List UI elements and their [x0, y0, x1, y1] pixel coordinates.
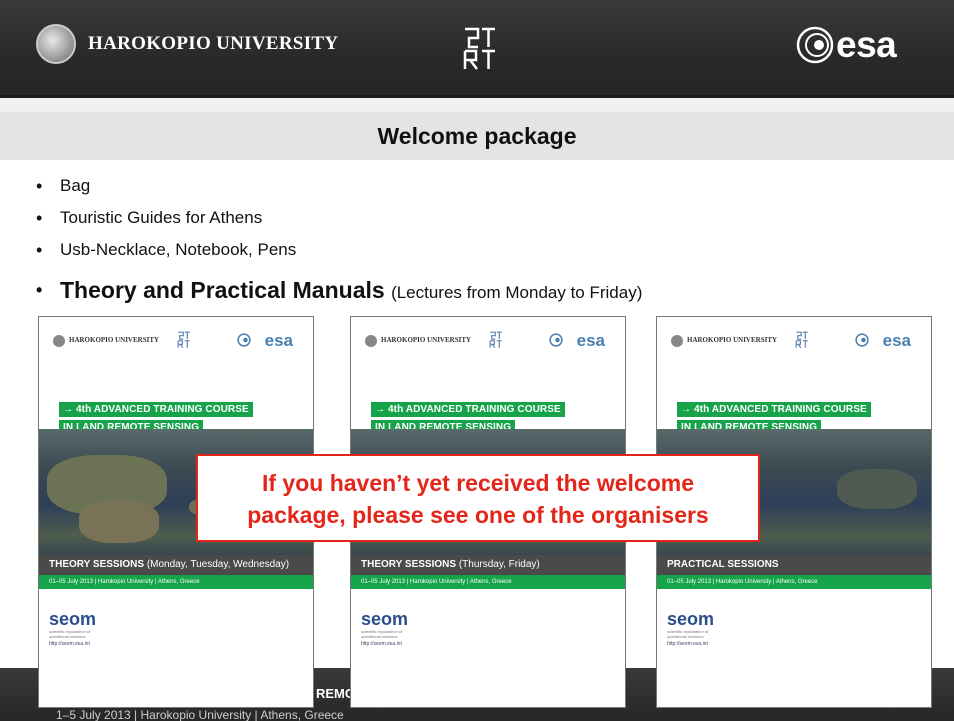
header-band: HAROKOPIO UNIVERSITY esa: [0, 0, 954, 98]
session-days: (Thursday, Friday): [458, 559, 540, 570]
slide: HAROKOPIO UNIVERSITY esa Welcome package…: [0, 0, 954, 721]
seom-tagline: scientific exploitation of operational m…: [361, 629, 403, 639]
footer-title-fragment: REMC: [316, 686, 355, 701]
callout-line-2: package, please see one of the organiser…: [247, 502, 709, 528]
course-mark-icon: [177, 331, 190, 349]
cover-date: 01–05 July 2013 | Harokopio University |…: [657, 575, 931, 589]
esa-globe-icon: [796, 26, 834, 64]
cover-session-banner: PRACTICAL SESSIONS: [657, 555, 931, 575]
cover-esa: esa: [882, 331, 911, 350]
harokopio-logo: HAROKOPIO UNIVERSITY: [36, 24, 338, 64]
course-mark-icon: [795, 331, 808, 349]
university-seal-icon: [671, 335, 683, 347]
course-line: → 4th ADVANCED TRAINING COURSE: [371, 402, 565, 417]
university-name: HAROKOPIO UNIVERSITY: [88, 33, 339, 54]
cover-esa: esa: [576, 331, 605, 350]
header-separator: [0, 98, 954, 112]
slide-title: Welcome package: [377, 122, 577, 149]
esa-globe-icon: [855, 333, 869, 347]
welcome-package-callout: If you haven’t yet received the welcome …: [196, 454, 760, 542]
seom-logo: seom: [361, 609, 409, 629]
course-line: → 4th ADVANCED TRAINING COURSE: [59, 402, 253, 417]
seom-url: http://seom.esa.int: [667, 641, 708, 647]
cover-esa: esa: [264, 331, 293, 350]
cover-header: HAROKOPIO UNIVERSITY esa: [39, 317, 313, 361]
cover-university: HAROKOPIO UNIVERSITY: [69, 336, 160, 344]
manuals-note: (Lectures from Monday to Friday): [391, 283, 643, 302]
esa-logo: esa: [796, 24, 897, 66]
cover-session-banner: THEORY SESSIONS (Thursday, Friday): [351, 555, 625, 575]
bullet-item: Bag: [36, 170, 642, 202]
seom-logo: seom: [49, 609, 97, 629]
session-days: (Monday, Tuesday, Wednesday): [146, 559, 290, 570]
cover-session-banner: THEORY SESSIONS (Monday, Tuesday, Wednes…: [39, 555, 313, 575]
course-line: → 4th ADVANCED TRAINING COURSE: [677, 402, 871, 417]
course-mark-icon: [489, 331, 502, 349]
university-seal-icon: [36, 24, 76, 64]
esa-globe-icon: [237, 333, 251, 347]
seom-url: http://seom.esa.int: [49, 641, 90, 647]
university-seal-icon: [365, 335, 377, 347]
esa-globe-icon: [549, 333, 563, 347]
seom-tagline: scientific exploitation of operational m…: [667, 629, 709, 639]
session-title: PRACTICAL SESSIONS: [667, 559, 779, 570]
seom-url: http://seom.esa.int: [361, 641, 402, 647]
bullet-item: Touristic Guides for Athens: [36, 202, 642, 234]
bullet-item-manuals: Theory and Practical Manuals (Lectures f…: [36, 270, 642, 310]
cover-university: HAROKOPIO UNIVERSITY: [381, 336, 472, 344]
university-seal-icon: [53, 335, 65, 347]
session-title: THEORY SESSIONS: [361, 559, 457, 570]
seom-tagline: scientific exploitation of operational m…: [49, 629, 91, 639]
cover-header: HAROKOPIO UNIVERSITY esa: [657, 317, 931, 361]
cover-date: 01–05 July 2013 | Harokopio University |…: [39, 575, 313, 589]
cover-date: 01–05 July 2013 | Harokopio University |…: [351, 575, 625, 589]
seom-logo: seom: [667, 609, 715, 629]
footer-date: 1–5 July 2013 | Harokopio University | A…: [56, 708, 344, 721]
bullet-list: Bag Touristic Guides for Athens Usb-Neck…: [36, 170, 642, 310]
cover-university: HAROKOPIO UNIVERSITY: [687, 336, 778, 344]
title-bar: Welcome package: [0, 112, 954, 160]
esa-wordmark: esa: [836, 24, 897, 65]
course-mark-icon: [463, 27, 495, 70]
callout-line-1: If you haven’t yet received the welcome: [261, 470, 695, 496]
manuals-label: Theory and Practical Manuals: [60, 277, 385, 303]
bullet-item: Usb-Necklace, Notebook, Pens: [36, 234, 642, 266]
cover-header: HAROKOPIO UNIVERSITY esa: [351, 317, 625, 361]
session-title: THEORY SESSIONS: [49, 559, 145, 570]
